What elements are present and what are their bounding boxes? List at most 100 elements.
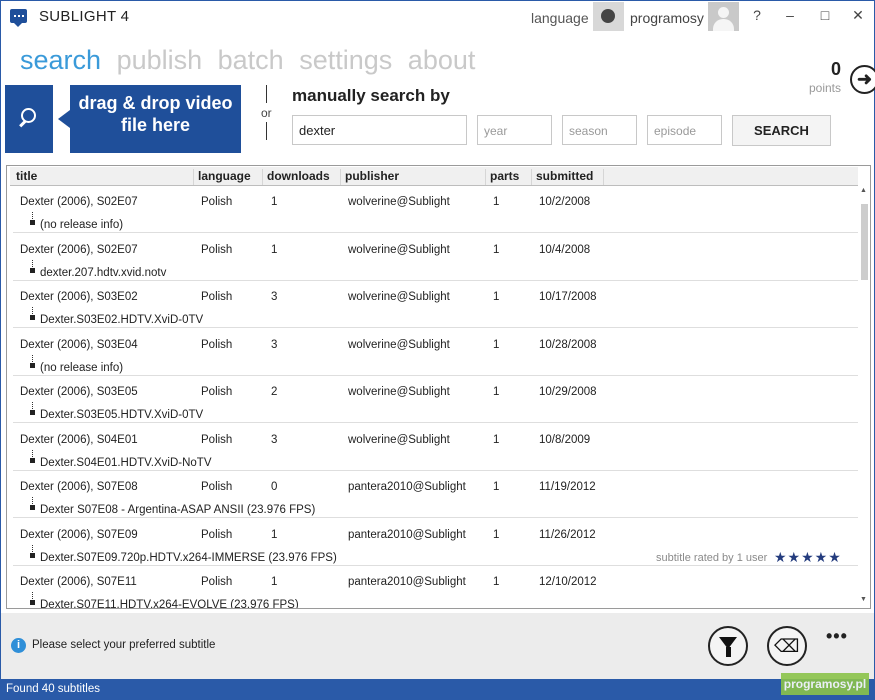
cell-publisher: wolverine@Sublight xyxy=(348,338,450,351)
app-logo-icon xyxy=(10,9,27,27)
cell-parts: 1 xyxy=(493,433,500,446)
cell-submitted: 12/10/2012 xyxy=(539,576,597,588)
cell-downloads: 3 xyxy=(271,291,278,303)
cell-parts: 1 xyxy=(493,481,500,493)
cell-downloads: 1 xyxy=(271,243,278,256)
tab-about[interactable]: about xyxy=(408,45,476,75)
cell-submitted: 10/17/2008 xyxy=(539,291,597,303)
cell-title: Dexter (2006), S07E09 xyxy=(20,528,138,541)
release-info: dexter.207.hdtv.xvid.notv xyxy=(40,266,167,279)
cell-submitted: 11/19/2012 xyxy=(539,481,596,493)
maximize-button[interactable]: □ xyxy=(813,7,837,23)
cell-language: Polish xyxy=(201,291,233,303)
cell-parts: 1 xyxy=(493,386,500,398)
season-input[interactable] xyxy=(562,115,637,145)
tab-search[interactable]: search xyxy=(20,45,101,75)
table-row[interactable]: Dexter (2006), S04E01 Polish 3 wolverine@Su… xyxy=(13,424,858,471)
column-publisher[interactable]: publisher xyxy=(341,169,486,185)
cell-publisher: wolverine@Sublight xyxy=(348,386,450,398)
release-info: Dexter.S03E02.HDTV.XviD-0TV xyxy=(40,314,204,326)
status-bar: Found 40 subtitles xyxy=(1,679,874,700)
scroll-down-icon[interactable]: ▼ xyxy=(860,596,867,603)
tree-node-icon xyxy=(30,267,35,273)
cell-publisher: wolverine@Sublight xyxy=(348,433,450,446)
cell-parts: 1 xyxy=(493,196,500,208)
cell-title: Dexter (2006), S07E08 xyxy=(20,481,138,493)
column-downloads[interactable]: downloads xyxy=(263,169,341,185)
table-row[interactable]: Dexter (2006), S03E05 Polish 2 wolverine@Su… xyxy=(13,376,858,423)
info-icon: i xyxy=(11,638,26,653)
table-row[interactable]: Dexter (2006), S07E08 Polish 0 pantera2010@… xyxy=(13,471,858,518)
scrollbar-thumb[interactable] xyxy=(861,204,868,280)
column-submitted[interactable]: submitted xyxy=(532,169,604,185)
tree-node-icon xyxy=(30,552,35,558)
help-button[interactable]: ? xyxy=(745,7,769,23)
username-label[interactable]: programosy xyxy=(630,10,704,26)
backspace-icon: ⌫ xyxy=(774,636,800,656)
cell-language: Polish xyxy=(201,481,233,493)
cell-publisher: pantera2010@Sublight xyxy=(348,576,466,588)
cell-language: Polish xyxy=(201,433,233,446)
cell-downloads: 0 xyxy=(271,481,278,493)
drop-zone-line2: file here xyxy=(120,115,191,135)
cell-publisher: pantera2010@Sublight xyxy=(348,528,466,541)
more-options-button[interactable]: ••• xyxy=(826,626,848,647)
divider xyxy=(266,122,267,140)
or-label: or xyxy=(261,106,272,120)
cell-parts: 1 xyxy=(493,338,500,351)
tab-batch[interactable]: batch xyxy=(218,45,284,75)
table-row[interactable]: Dexter (2006), S07E11 Polish 1 pantera2010@… xyxy=(13,566,858,609)
table-header: title language downloads publisher parts… xyxy=(10,167,858,186)
cell-parts: 1 xyxy=(493,243,500,256)
cell-title: Dexter (2006), S02E07 xyxy=(20,243,138,256)
scroll-up-icon[interactable]: ▲ xyxy=(860,187,867,194)
title-search-input[interactable] xyxy=(292,115,467,145)
close-button[interactable]: ✕ xyxy=(846,7,870,24)
cell-downloads: 1 xyxy=(271,196,278,208)
column-parts[interactable]: parts xyxy=(486,169,532,185)
year-input[interactable] xyxy=(477,115,552,145)
cell-language: Polish xyxy=(201,338,233,351)
app-title: SUBLIGHT 4 xyxy=(39,8,130,25)
main-nav: search publish batch settings about xyxy=(20,45,483,76)
filter-button[interactable] xyxy=(708,626,748,666)
episode-input[interactable] xyxy=(647,115,722,145)
release-info: Dexter.S07E09.720p.HDTV.x264-IMMERSE (23… xyxy=(40,551,337,564)
cell-title: Dexter (2006), S02E07 xyxy=(20,196,138,208)
avatar[interactable] xyxy=(708,2,739,31)
cell-downloads: 2 xyxy=(271,386,278,398)
tree-node-icon xyxy=(30,457,35,463)
manual-search-label: manually search by xyxy=(292,86,450,105)
table-row[interactable]: Dexter (2006), S03E04 Polish 3 wolverine@Su… xyxy=(13,329,858,376)
cell-publisher: pantera2010@Sublight xyxy=(348,481,466,493)
table-row[interactable]: Dexter (2006), S02E07 Polish 1 wolverine@Su… xyxy=(13,234,858,281)
star-rating-icon[interactable]: ★★★★★ xyxy=(774,549,842,566)
drag-drop-zone[interactable]: drag & drop video file here xyxy=(58,85,241,153)
cell-parts: 1 xyxy=(493,291,500,303)
cell-title: Dexter (2006), S03E02 xyxy=(20,291,138,303)
cell-publisher: wolverine@Sublight xyxy=(348,243,450,256)
globe-icon[interactable] xyxy=(593,2,624,31)
search-icon[interactable] xyxy=(5,85,53,153)
column-language[interactable]: language xyxy=(194,169,263,185)
bottom-panel: i Please select your preferred subtitle … xyxy=(1,613,874,679)
language-button[interactable]: language xyxy=(531,10,589,26)
tab-settings[interactable]: settings xyxy=(299,45,392,75)
search-button[interactable]: SEARCH xyxy=(732,115,831,146)
app-window: SUBLIGHT 4 language programosy ? – □ ✕ s… xyxy=(0,0,875,700)
table-row[interactable]: Dexter (2006), S02E07 Polish 1 wolverine@Su… xyxy=(13,186,858,233)
rating-text: subtitle rated by 1 user xyxy=(656,551,768,564)
arrow-right-icon[interactable]: ➜ xyxy=(850,65,875,94)
cell-language: Polish xyxy=(201,528,233,541)
tree-node-icon xyxy=(30,410,35,415)
release-info: Dexter.S07E11.HDTV.x264-EVOLVE (23.976 F… xyxy=(40,599,299,609)
cell-language: Polish xyxy=(201,386,233,398)
minimize-button[interactable]: – xyxy=(778,7,802,23)
table-row[interactable]: Dexter (2006), S03E02 Polish 3 wolverine@Su… xyxy=(13,281,858,328)
release-info: (no release info) xyxy=(40,361,124,374)
tab-publish[interactable]: publish xyxy=(117,45,203,75)
column-title[interactable]: title xyxy=(12,169,194,185)
clear-button[interactable]: ⌫ xyxy=(767,626,807,666)
table-row[interactable]: Dexter (2006), S07E09 Polish 1 pantera2010@… xyxy=(13,519,858,566)
results-table: title language downloads publisher parts… xyxy=(6,165,871,609)
